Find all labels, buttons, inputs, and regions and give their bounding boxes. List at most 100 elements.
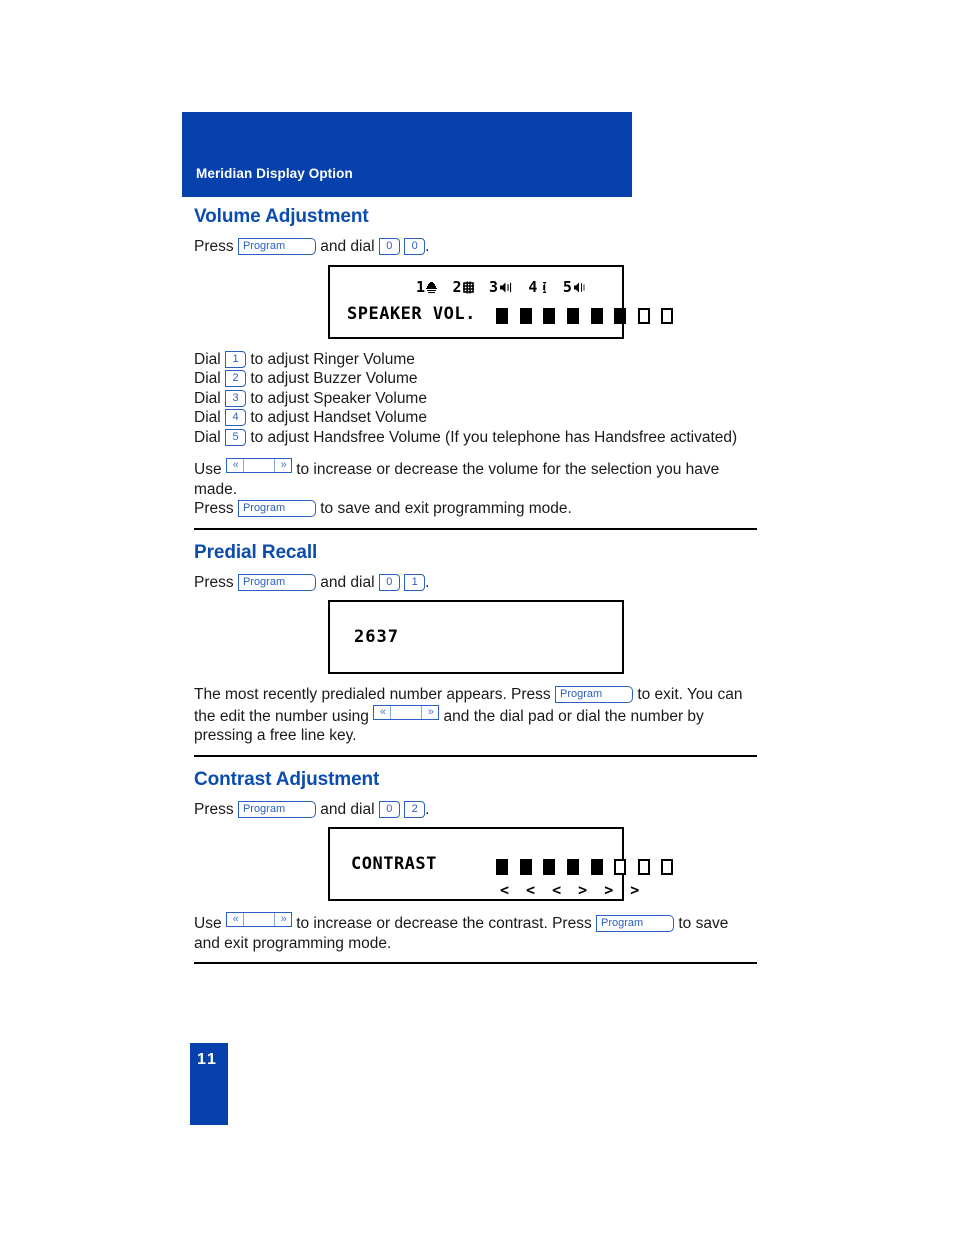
dial-list-item: Dial 1 to adjust Ringer Volume [194,350,758,370]
dial-text: to adjust Handsfree Volume (If you telep… [250,428,738,446]
page-header-title: Meridian Display Option [196,166,353,181]
digit-key-1[interactable]: 1 [404,573,426,591]
bar-segment [661,858,674,875]
dial-list-item: Dial 4 to adjust Handset Volume [194,408,758,428]
page-number-tab: 11 [190,1043,228,1125]
bar-segment [496,858,508,875]
bar-segment [519,308,532,324]
program-key[interactable]: Program [237,500,316,517]
bar-segment [614,308,627,324]
dial-prefix: Dial [194,350,221,368]
program-key[interactable]: Program [555,686,633,703]
digit-key-5[interactable]: 5 [225,428,247,446]
lcd-contrast-bar-meter [496,856,675,875]
section-contrast-adjustment: Contrast Adjustment Press Program and di… [194,769,758,954]
lcd-number-1: 1 [416,277,427,296]
digit-key-4[interactable]: 4 [225,409,247,426]
lcd-label-speaker-volume: SPEAKER VOL. [347,303,476,324]
bar-segment [566,858,579,875]
volume-rocker-key[interactable]: «» [225,458,292,473]
predial-intro-suffix: . [425,573,430,591]
contrast-intro-middle: and dial [320,800,375,818]
bar-segment [637,858,650,875]
heading-volume-adjustment: Volume Adjustment [194,206,369,227]
speaker-icon [499,280,513,298]
volume-outro-line-2: Press Program to save and exit programmi… [194,499,758,519]
volume-outro-line-1: Use «» to increase or decrease the volum… [194,458,758,499]
section-divider [194,754,757,757]
bar-segment [543,308,556,324]
rocker-right-chevrons-icon[interactable]: » [273,913,291,926]
predial-body-part1: The most recently predialed number appea… [194,686,551,703]
dial-text: to adjust Handset Volume [250,409,427,426]
bar-segment [496,308,508,324]
volume-outro2-suffix: to save and exit programming mode. [320,500,572,517]
lcd-display-predial: 2637 [328,600,624,674]
section-divider [194,527,757,530]
section-predial-recall: Predial Recall Press Program and dial 0 … [194,542,758,746]
bar-segment [566,308,579,324]
volume-outro2-prefix: Press [194,500,234,517]
lcd-predial-number: 2637 [354,627,399,647]
program-key[interactable]: Program [237,800,316,818]
volume-rocker-key[interactable]: «» [225,912,292,927]
volume-intro-middle: and dial [320,238,375,255]
bar-segment [661,308,674,324]
dial-list-item: Dial 2 to adjust Buzzer Volume [194,369,758,389]
volume-rocker-key[interactable]: «» [373,704,440,720]
digit-key-0-b[interactable]: 0 [404,238,426,255]
volume-intro-suffix: . [425,238,430,255]
lcd-number-5: 5 [562,277,574,296]
rocker-left-chevrons-icon[interactable]: « [374,705,392,719]
lcd-icon-group-4: 4 [528,278,547,298]
dial-prefix: Dial [194,370,221,387]
dial-text: to adjust Buzzer Volume [250,370,418,387]
digit-key-1[interactable]: 1 [225,350,247,368]
rocker-left-chevrons-icon[interactable]: « [227,459,244,472]
handset-icon [539,280,548,298]
digit-key-3[interactable]: 3 [225,389,247,407]
heading-predial-recall: Predial Recall [194,541,318,563]
digit-key-0[interactable]: 0 [378,800,400,818]
rocker-right-chevrons-icon[interactable]: » [421,705,438,719]
lcd-number-2: 2 [452,277,463,296]
dial-prefix: Dial [194,389,221,407]
dial-text: to adjust Speaker Volume [250,389,427,407]
bell-icon [426,280,438,298]
volume-outro-prefix: Use [194,461,222,478]
program-key[interactable]: Program [237,573,316,591]
dial-prefix: Dial [194,409,221,426]
digit-key-2[interactable]: 2 [225,370,247,387]
section-volume-adjustment: Volume Adjustment Press Program and dial… [194,206,758,519]
lcd-icon-group-3: 3 [489,278,513,298]
lcd-icon-group-2: 2 [452,277,474,298]
lcd-display-contrast: CONTRAST < < < > > > [328,827,674,901]
contrast-intro-line: Press Program and dial 0 2. [194,800,758,820]
lcd-display-speaker-volume: 1 2 3 4 5 SPEAKER VOL. [328,264,674,339]
lcd-number-4: 4 [528,277,539,296]
predial-intro-middle: and dial [320,573,375,591]
digit-key-0-a[interactable]: 0 [378,238,400,255]
program-key[interactable]: Program [596,915,675,932]
rocker-left-chevrons-icon[interactable]: « [227,913,244,926]
document-content: Volume Adjustment Press Program and dial… [194,206,758,976]
lcd-icon-row: 1 2 3 4 5 [416,278,591,298]
volume-intro-line: Press Program and dial 0 0. [194,237,758,257]
contrast-outro-part1: Use [194,915,222,932]
handsfree-icon [573,280,586,298]
digit-key-0[interactable]: 0 [378,573,400,591]
contrast-intro-suffix: . [425,800,430,818]
contrast-outro-part2: to increase or decrease the contrast. Pr… [296,915,592,932]
predial-body-paragraph: The most recently predialed number appea… [194,685,758,746]
buzzer-icon [462,280,474,298]
rocker-right-chevrons-icon[interactable]: » [273,459,291,472]
heading-contrast-adjustment: Contrast Adjustment [194,768,380,790]
lcd-icon-group-5: 5 [563,278,586,298]
lcd-number-3: 3 [488,277,500,296]
digit-key-2[interactable]: 2 [404,800,426,818]
contrast-intro-prefix: Press [194,800,234,818]
volume-intro-prefix: Press [194,238,234,255]
program-key[interactable]: Program [237,238,316,255]
lcd-icon-group-1: 1 [416,277,438,298]
dial-text: to adjust Ringer Volume [250,350,415,368]
